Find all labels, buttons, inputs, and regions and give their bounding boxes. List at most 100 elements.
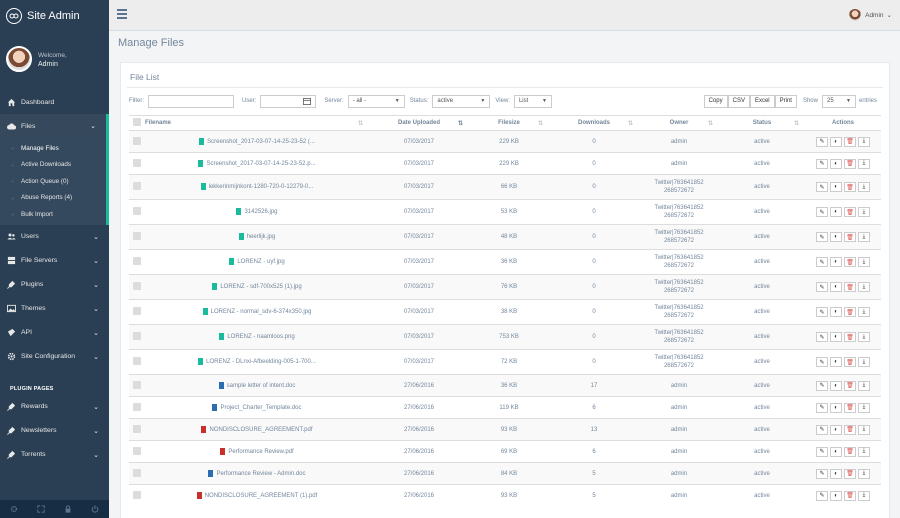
table-row[interactable]: LORENZ - uyf.jpg 07/03/2017 36 KB 0 Twitter|…: [129, 249, 881, 275]
info-icon[interactable]: ◐: [830, 232, 842, 242]
column-header-downloads[interactable]: Downloads ⇅: [549, 115, 639, 131]
download-icon[interactable]: ⤓: [858, 424, 870, 435]
row-checkbox[interactable]: [133, 424, 141, 433]
menu-toggle-icon[interactable]: [117, 9, 127, 19]
table-row[interactable]: LORENZ - normal_sdv-6-374x350.jpg 07/03/2…: [129, 299, 881, 325]
table-row[interactable]: Performance Review - Admin.doc 27/06/2016…: [129, 462, 881, 485]
submenu-item-bulk-import[interactable]: Bulk Import: [0, 206, 106, 223]
table-row[interactable]: Performance Review.pdf 27/06/2016 69 KB 6 ad…: [129, 440, 881, 463]
download-icon[interactable]: ⤓: [858, 490, 870, 501]
download-icon[interactable]: ⤓: [858, 232, 870, 242]
row-checkbox[interactable]: [133, 158, 141, 167]
column-header-filesize[interactable]: Filesize ⇅: [469, 115, 549, 131]
table-row[interactable]: LORENZ - sdf-700x525 (1).jpg 07/03/2017 76…: [129, 274, 881, 300]
sidebar-item-dashboard[interactable]: Dashboard: [0, 90, 109, 114]
sidebar-item-site-configuration[interactable]: Site Configuration ⌄: [0, 345, 109, 369]
delete-icon[interactable]: 🗑: [844, 182, 856, 192]
filename-link[interactable]: LORENZ - DLnxi-Afbeelding-005-1-700...: [206, 360, 316, 366]
table-row[interactable]: LORENZ - DLnxi-Afbeelding-005-1-700... 07…: [129, 349, 881, 375]
sidebar-item-plugins[interactable]: Plugins ⌄: [0, 273, 109, 297]
delete-icon[interactable]: 🗑: [844, 307, 856, 317]
table-row[interactable]: heerlijk.jpg 07/03/2017 48 KB 0 Twitter|7636…: [129, 224, 881, 250]
column-header-filename[interactable]: Filename ⇅: [145, 115, 369, 131]
excel-button[interactable]: Excel: [749, 94, 775, 108]
download-icon[interactable]: ⤓: [858, 158, 870, 169]
table-row[interactable]: NONDISCLOSURE_AGREEMENT.pdf 27/06/2016 93 …: [129, 418, 881, 441]
info-icon[interactable]: ◐: [830, 136, 842, 147]
info-icon[interactable]: ◐: [830, 207, 842, 217]
filename-link[interactable]: LORENZ - naamloos.png: [227, 335, 294, 341]
filename-link[interactable]: LORENZ - sdf-700x525 (1).jpg: [220, 285, 301, 291]
filter-input[interactable]: [148, 94, 234, 108]
info-icon[interactable]: ◐: [830, 446, 842, 457]
delete-icon[interactable]: 🗑: [844, 282, 856, 292]
filename-link[interactable]: lekkerinmijnkont-1280-720-0-12279-0...: [209, 185, 314, 191]
sidebar-item-users[interactable]: Users ⌄: [0, 225, 109, 249]
filename-link[interactable]: heerlijk.jpg: [247, 235, 276, 241]
status-select[interactable]: active ▼: [432, 94, 491, 108]
edit-icon[interactable]: ✎: [816, 357, 828, 367]
sidebar-item-themes[interactable]: Themes ⌄: [0, 297, 109, 321]
download-icon[interactable]: ⤓: [858, 307, 870, 317]
table-row[interactable]: lekkerinmijnkont-1280-720-0-12279-0... 07…: [129, 174, 881, 200]
edit-icon[interactable]: ✎: [816, 307, 828, 317]
edit-icon[interactable]: ✎: [816, 402, 828, 413]
row-checkbox[interactable]: [133, 468, 141, 477]
filename-link[interactable]: Performance Review.pdf: [228, 449, 293, 455]
sidebar-item-newsletters[interactable]: Newsletters ⌄: [0, 419, 109, 443]
delete-icon[interactable]: 🗑: [844, 380, 856, 391]
info-icon[interactable]: ◐: [830, 332, 842, 342]
info-icon[interactable]: ◐: [830, 182, 842, 192]
submenu-item-abuse-reports[interactable]: Abuse Reports (4): [0, 190, 106, 207]
filename-link[interactable]: sample letter of intent.doc: [227, 383, 296, 389]
edit-icon[interactable]: ✎: [816, 158, 828, 169]
sidebar-item-api[interactable]: API ⌄: [0, 321, 109, 345]
filename-link[interactable]: Screenshot_2017-03-07-14-25-23-52 (...: [207, 139, 315, 145]
select-all-checkbox[interactable]: [133, 118, 141, 126]
edit-icon[interactable]: ✎: [816, 380, 828, 391]
edit-icon[interactable]: ✎: [816, 257, 828, 267]
table-row[interactable]: NONDISCLOSURE_AGREEMENT (1).pdf 27/06/201…: [129, 484, 881, 507]
edit-icon[interactable]: ✎: [816, 424, 828, 435]
download-icon[interactable]: ⤓: [858, 257, 870, 267]
filename-link[interactable]: LORENZ - uyf.jpg: [237, 260, 284, 266]
delete-icon[interactable]: 🗑: [844, 332, 856, 342]
download-icon[interactable]: ⤓: [858, 182, 870, 192]
row-checkbox[interactable]: [133, 182, 141, 190]
table-row[interactable]: Screenshot_2017-03-07-14-25-23-52.p... 07…: [129, 152, 881, 175]
download-icon[interactable]: ⤓: [858, 357, 870, 367]
download-icon[interactable]: ⤓: [858, 380, 870, 391]
edit-icon[interactable]: ✎: [816, 446, 828, 457]
delete-icon[interactable]: 🗑: [844, 136, 856, 147]
delete-icon[interactable]: 🗑: [844, 402, 856, 413]
download-icon[interactable]: ⤓: [858, 468, 870, 479]
edit-icon[interactable]: ✎: [816, 207, 828, 217]
filename-link[interactable]: LORENZ - normal_sdv-6-374x350.jpg: [211, 310, 312, 316]
filename-link[interactable]: 3142526.jpg: [244, 210, 277, 216]
download-icon[interactable]: ⤓: [858, 402, 870, 413]
sidebar-item-rewards[interactable]: Rewards ⌄: [0, 395, 109, 419]
row-checkbox[interactable]: [133, 307, 141, 315]
filename-link[interactable]: Performance Review - Admin.doc: [216, 471, 305, 477]
download-icon[interactable]: ⤓: [858, 282, 870, 292]
row-checkbox[interactable]: [133, 207, 141, 215]
brand[interactable]: Site Admin: [0, 0, 109, 32]
lock-icon[interactable]: [64, 505, 72, 513]
download-icon[interactable]: ⤓: [858, 136, 870, 147]
download-icon[interactable]: ⤓: [858, 332, 870, 342]
info-icon[interactable]: ◐: [830, 307, 842, 317]
row-checkbox[interactable]: [133, 490, 141, 499]
edit-icon[interactable]: ✎: [816, 468, 828, 479]
edit-icon[interactable]: ✎: [816, 282, 828, 292]
csv-button[interactable]: CSV: [727, 94, 750, 108]
sidebar-item-torrents[interactable]: Torrents ⌄: [0, 443, 109, 467]
delete-icon[interactable]: 🗑: [844, 158, 856, 169]
user-input[interactable]: [260, 94, 317, 108]
edit-icon[interactable]: ✎: [816, 490, 828, 501]
sidebar-item-files[interactable]: Files ⌄: [0, 114, 109, 138]
table-row[interactable]: 3142526.jpg 07/03/2017 53 KB 0 Twitter|76364…: [129, 199, 881, 225]
copy-button[interactable]: Copy: [703, 94, 728, 108]
server-select[interactable]: - all - ▼: [347, 94, 405, 108]
row-checkbox[interactable]: [133, 136, 141, 145]
delete-icon[interactable]: 🗑: [844, 424, 856, 435]
